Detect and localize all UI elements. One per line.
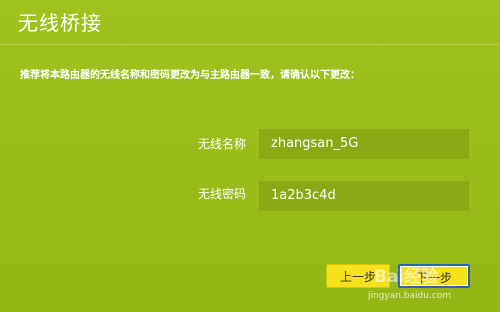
- next-button[interactable]: 下一步: [398, 264, 470, 288]
- instruction-text: 推荐将本路由器的无线名称和密码更改为与主路由器一致，请确认以下更改：: [20, 70, 360, 81]
- bridge-setup-page: 无线桥接 推荐将本路由器的无线名称和密码更改为与主路由器一致，请确认以下更改： …: [0, 0, 500, 312]
- watermark-url: jingyan.baidu.com: [368, 291, 452, 301]
- page-title: 无线桥接: [18, 11, 102, 35]
- password-field[interactable]: 1a2b3c4d: [259, 181, 469, 211]
- title-divider: [0, 44, 500, 45]
- ssid-label: 无线名称: [197, 137, 246, 151]
- password-label: 无线密码: [197, 187, 246, 201]
- ssid-field[interactable]: zhangsan_5G: [259, 129, 469, 159]
- previous-button[interactable]: 上一步: [326, 264, 390, 288]
